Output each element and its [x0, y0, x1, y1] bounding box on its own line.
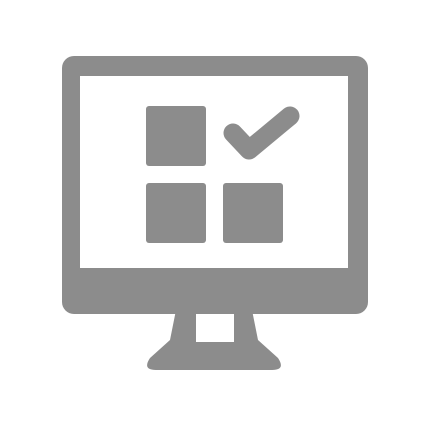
app-tile-top-left [146, 106, 206, 166]
app-tile-bottom-right [223, 183, 283, 243]
monitor-stand-opening [196, 312, 234, 342]
app-tile-bottom-left [146, 183, 206, 243]
icon-canvas [0, 0, 428, 428]
monitor-app-checklist-icon [62, 56, 368, 370]
monitor-screen [80, 76, 348, 268]
